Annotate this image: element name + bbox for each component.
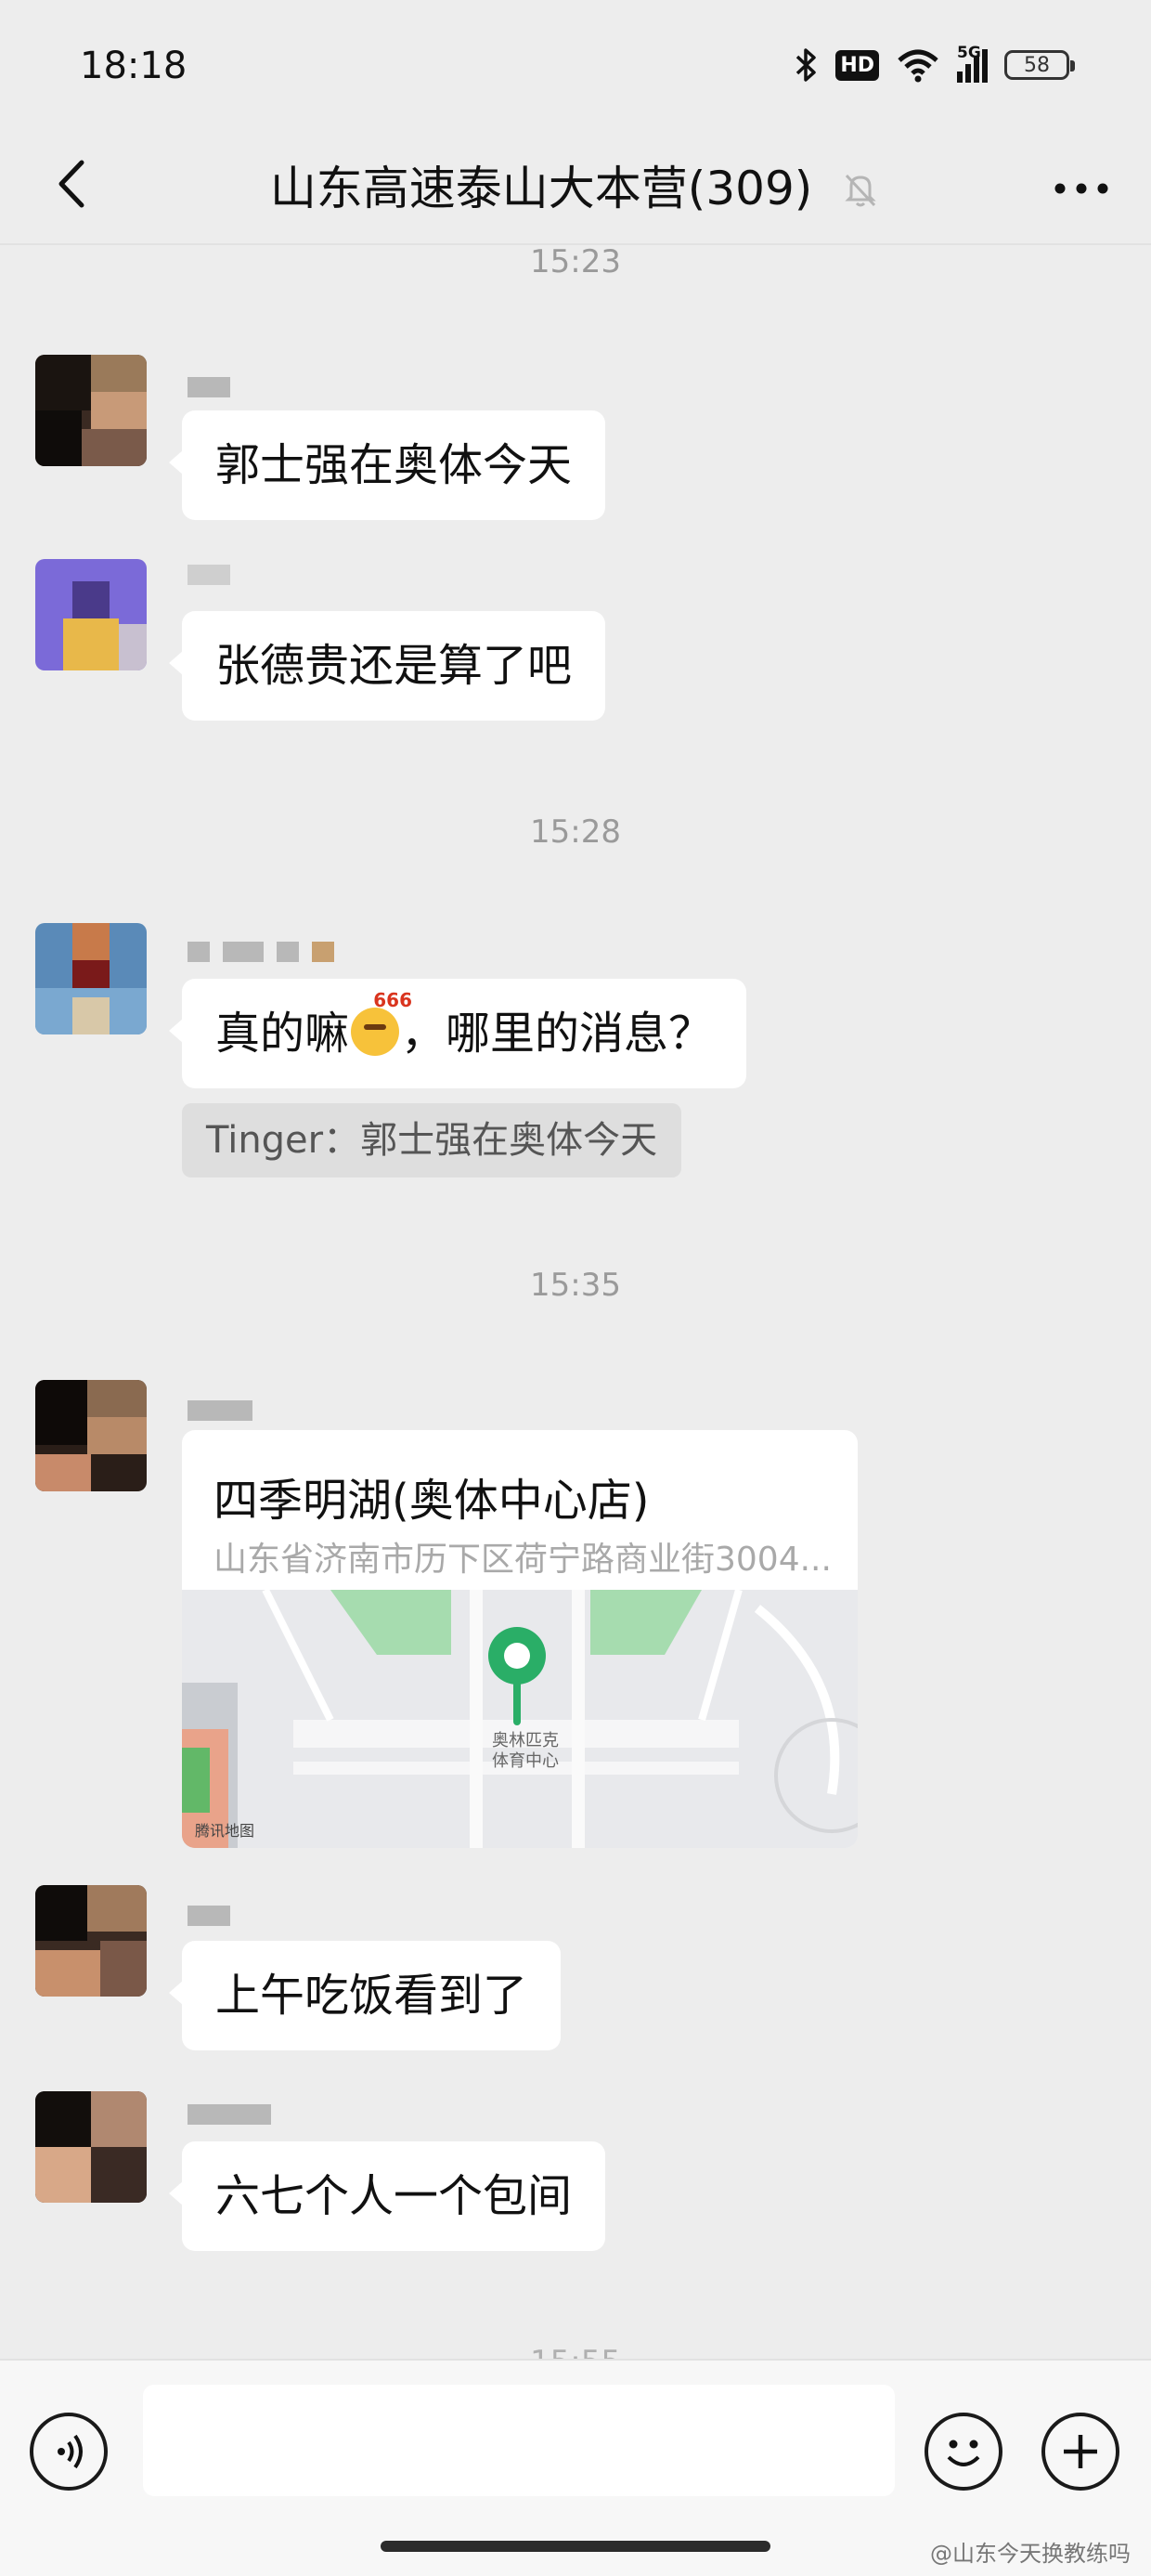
- status-bar: 18:18 HD 5G 58: [0, 0, 1151, 135]
- map-credit: 腾讯地图: [195, 1822, 255, 1840]
- chat-title-row: 山东高速泰山大本营(309): [0, 151, 1151, 218]
- timestamp-partial: 15:55: [0, 2344, 1151, 2359]
- quoted-reply[interactable]: Tinger：郭士强在奥体今天: [182, 1103, 682, 1177]
- map-preview[interactable]: 奥林匹克 体育中心 腾讯地图: [182, 1590, 858, 1848]
- status-time: 18:18: [80, 45, 188, 87]
- plus-icon: [1064, 2435, 1097, 2468]
- battery-icon: 58: [1004, 50, 1075, 80]
- location-pin-stem: [513, 1681, 521, 1725]
- more-functions-button[interactable]: [1041, 2413, 1119, 2491]
- location-pin-icon: [488, 1627, 546, 1685]
- wifi-icon: [898, 49, 938, 83]
- sender-name: [188, 1906, 230, 1926]
- watermark: @山东今天换教练吗: [930, 2541, 1131, 2567]
- avatar[interactable]: [35, 2091, 147, 2203]
- message-input[interactable]: [143, 2385, 895, 2496]
- mute-bell-icon: [845, 174, 876, 207]
- avatar[interactable]: [35, 1885, 147, 1997]
- avatar[interactable]: [35, 923, 147, 1034]
- message-bubble[interactable]: 六七个人一个包间: [168, 2141, 606, 2251]
- hd-icon: HD: [835, 49, 879, 81]
- signal-icon: 5G: [957, 44, 988, 83]
- thinking-emoji-icon: 666: [351, 991, 412, 1056]
- status-icons: HD 5G 58: [795, 43, 1075, 87]
- smiley-icon: [947, 2439, 980, 2466]
- location-name: 四季明湖(奥体中心店): [213, 1475, 650, 1527]
- timestamp: 15:28: [530, 813, 621, 851]
- network-label: 5G: [957, 44, 981, 62]
- message-text: 真的嘛: [215, 1008, 350, 1060]
- sender-name: [188, 942, 334, 962]
- voice-input-button[interactable]: [30, 2413, 108, 2491]
- home-indicator: [381, 2541, 770, 2552]
- chat-title[interactable]: 山东高速泰山大本营(309): [270, 162, 812, 215]
- avatar[interactable]: [35, 1380, 147, 1491]
- sender-name: [188, 565, 230, 585]
- battery-level: 58: [1024, 53, 1050, 77]
- timestamp: 15:23: [530, 243, 621, 280]
- message-bubble[interactable]: 上午吃饭看到了: [168, 1941, 562, 2050]
- message-bubble[interactable]: 张德贵还是算了吧: [168, 611, 606, 721]
- more-options-icon[interactable]: [1049, 155, 1114, 211]
- message-bubble[interactable]: 郭士强在奥体今天: [168, 410, 606, 520]
- location-card[interactable]: 四季明湖(奥体中心店) 山东省济南市历下区荷宁路商业街3004... 奥林匹克 …: [182, 1430, 858, 1848]
- avatar[interactable]: [35, 355, 147, 466]
- bluetooth-icon: [796, 48, 817, 82]
- map-poi-label: 奥林匹克 体育中心: [492, 1731, 559, 1771]
- chat-input-bar: @山东今天换教练吗: [0, 2359, 1151, 2576]
- avatar[interactable]: [35, 559, 147, 670]
- sender-name: [188, 377, 230, 397]
- message-text: ，哪里的消息？: [401, 1008, 714, 1060]
- sender-name: [188, 1400, 252, 1421]
- sender-name: [188, 2104, 271, 2125]
- voice-icon: [58, 2434, 83, 2469]
- chat-header: 山东高速泰山大本营(309): [0, 135, 1151, 241]
- location-address: 山东省济南市历下区荷宁路商业街3004...: [213, 1541, 832, 1579]
- emoji-button[interactable]: [925, 2413, 1002, 2491]
- emoji-tag: 666: [373, 989, 413, 1011]
- message-bubble[interactable]: 真的嘛 666 ，哪里的消息？: [168, 979, 747, 1088]
- timestamp: 15:35: [530, 1267, 621, 1304]
